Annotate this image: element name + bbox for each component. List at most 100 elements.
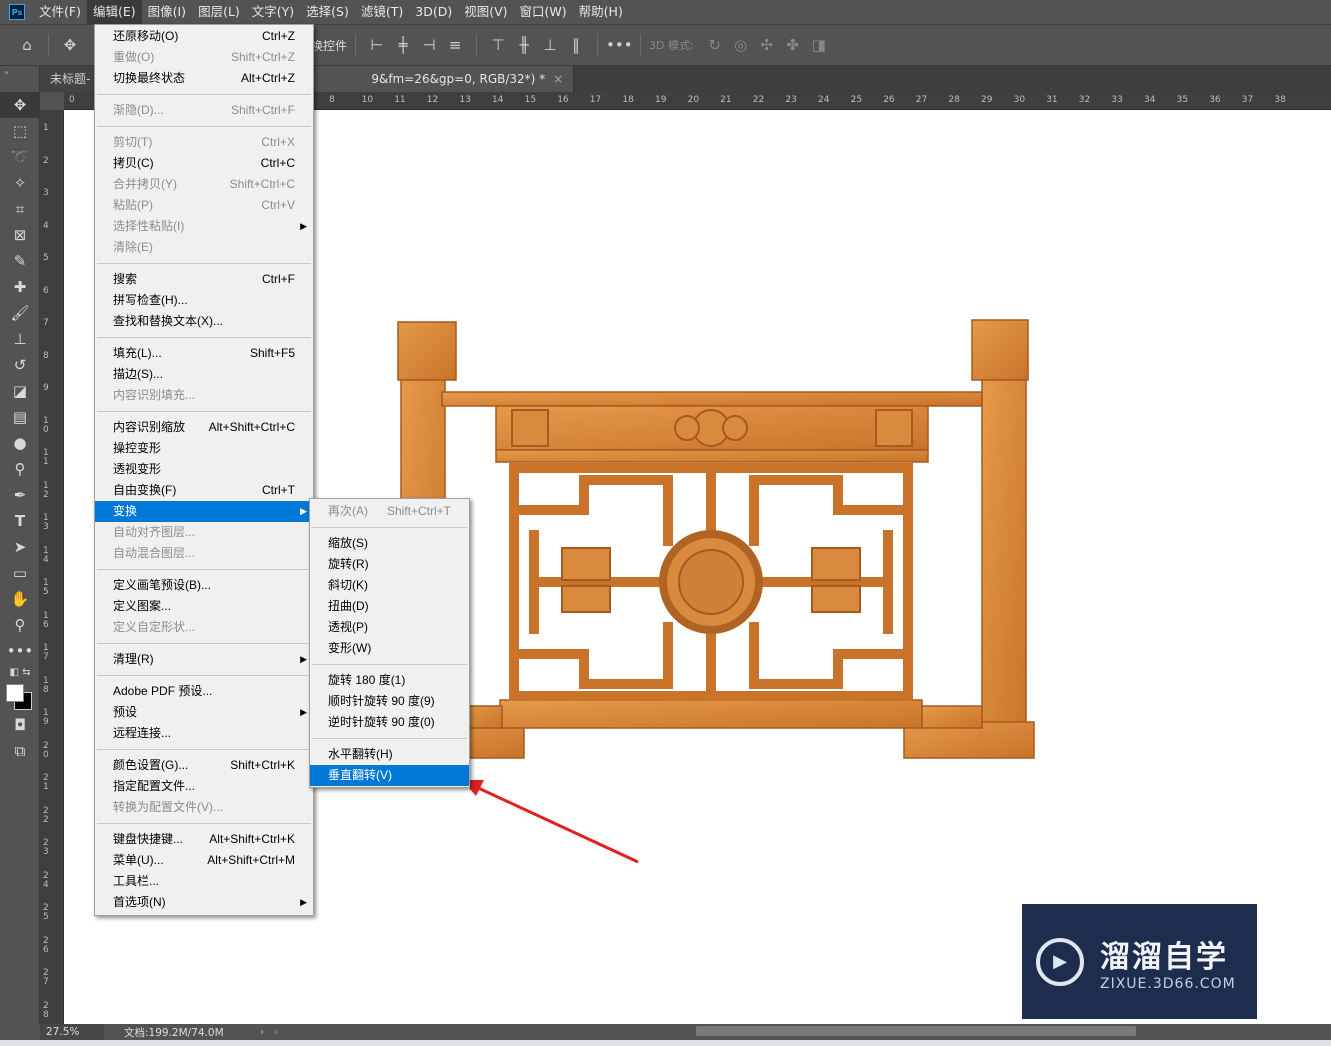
foreground-color-swatch[interactable] xyxy=(6,684,24,702)
horizontal-scrollbar[interactable] xyxy=(696,1026,1136,1036)
align-right-icon[interactable]: ⊣ xyxy=(416,36,442,54)
type-tool-icon[interactable]: T xyxy=(0,508,40,534)
hand-tool-icon[interactable]: ✋ xyxy=(0,586,40,612)
pen-tool-icon[interactable]: ✒ xyxy=(0,482,40,508)
edit_menu-item[interactable]: 预设 ▶ xyxy=(95,702,313,723)
edit_menu-item[interactable]: 重做(O) Shift+Ctrl+Z xyxy=(95,47,313,68)
transform_submenu-item[interactable]: 变形(W) xyxy=(310,638,469,659)
gradient-tool-icon[interactable]: ▤ xyxy=(0,404,40,430)
zoom-tool-icon[interactable]: ⚲ xyxy=(0,612,40,638)
menu-4[interactable]: 文字(Y) xyxy=(246,0,300,24)
edit_menu-item[interactable]: 合并拷贝(Y) Shift+Ctrl+C xyxy=(95,174,313,195)
edit_menu-item[interactable]: 还原移动(O) Ctrl+Z xyxy=(95,26,313,47)
magic-wand-tool-icon[interactable]: ✧ xyxy=(0,170,40,196)
transform_submenu-item[interactable]: 旋转 180 度(1) xyxy=(310,670,469,691)
3d-camera-icon[interactable]: ◨ xyxy=(806,36,832,54)
3d-rotate-icon[interactable]: ↻ xyxy=(702,36,728,54)
transform_submenu-item[interactable]: 垂直翻转(V) xyxy=(310,765,469,786)
transform_submenu-item[interactable]: 透视(P) xyxy=(310,617,469,638)
edit_menu-item[interactable]: 填充(L)... Shift+F5 xyxy=(95,343,313,364)
menu-9[interactable]: 窗口(W) xyxy=(514,0,573,24)
edit_menu-item[interactable]: 自动对齐图层... xyxy=(95,522,313,543)
blur-tool-icon[interactable]: ● xyxy=(0,430,40,456)
edit_menu-item[interactable]: 选择性粘贴(I) ▶ xyxy=(95,216,313,237)
eraser-tool-icon[interactable]: ◪ xyxy=(0,378,40,404)
status-menu-arrow-icon[interactable]: › xyxy=(260,1026,264,1038)
edit_menu-item[interactable]: 指定配置文件... xyxy=(95,776,313,797)
quick-mask-icon[interactable]: ◘ xyxy=(0,712,40,738)
close-tab-icon[interactable]: × xyxy=(553,72,563,86)
edit_menu-item[interactable]: 描边(S)... xyxy=(95,364,313,385)
menu-2[interactable]: 图像(I) xyxy=(142,0,192,24)
transform_submenu-item[interactable]: 水平翻转(H) xyxy=(310,744,469,765)
transform_submenu-item[interactable]: 逆时针旋转 90 度(0) xyxy=(310,712,469,733)
edit_menu-item[interactable]: 定义画笔预设(B)... xyxy=(95,575,313,596)
edit_menu-item[interactable]: 粘贴(P) Ctrl+V xyxy=(95,195,313,216)
edit_menu-item[interactable]: Adobe PDF 预设... xyxy=(95,681,313,702)
edit_menu-item[interactable]: 颜色设置(G)... Shift+Ctrl+K xyxy=(95,755,313,776)
eyedropper-tool-icon[interactable]: ✎ xyxy=(0,248,40,274)
collapse-toolbox-icon[interactable]: » xyxy=(0,66,40,78)
menu-7[interactable]: 3D(D) xyxy=(409,0,458,24)
home-icon[interactable]: ⌂ xyxy=(14,36,40,54)
edit_menu-item[interactable]: 转换为配置文件(V)... xyxy=(95,797,313,818)
move-tool-icon[interactable]: ✥ xyxy=(0,92,40,118)
align-bottom-icon[interactable]: ⊥ xyxy=(537,36,563,54)
marquee-tool-icon[interactable]: ⬚ xyxy=(0,118,40,144)
transform_submenu-item[interactable]: 缩放(S) xyxy=(310,533,469,554)
edit_menu-item[interactable]: 搜索 Ctrl+F xyxy=(95,269,313,290)
edit_menu-item[interactable]: 拼写检查(H)... xyxy=(95,290,313,311)
lasso-tool-icon[interactable]: ➰ xyxy=(0,144,40,170)
edit_menu-item[interactable]: 远程连接... xyxy=(95,723,313,744)
menu-5[interactable]: 选择(S) xyxy=(300,0,355,24)
color-swatches[interactable] xyxy=(0,680,40,712)
edit_menu-item[interactable]: 剪切(T) Ctrl+X xyxy=(95,132,313,153)
path-selection-tool-icon[interactable]: ➤ xyxy=(0,534,40,560)
menu-0[interactable]: 文件(F) xyxy=(33,0,87,24)
brush-tool-icon[interactable]: 🖌 xyxy=(0,300,40,326)
tab-untitled[interactable]: 未标题- xyxy=(40,66,102,92)
edit_menu-item[interactable]: 内容识别填充... xyxy=(95,385,313,406)
menu-10[interactable]: 帮助(H) xyxy=(573,0,629,24)
transform_submenu-item[interactable]: 再次(A) Shift+Ctrl+T xyxy=(310,501,469,522)
edit_menu-item[interactable]: 自动混合图层... xyxy=(95,543,313,564)
edit_menu-item[interactable]: 渐隐(D)... Shift+Ctrl+F xyxy=(95,100,313,121)
align-middle-icon[interactable]: ╫ xyxy=(511,36,537,54)
zoom-level[interactable]: 27.5% xyxy=(40,1024,104,1040)
menu-6[interactable]: 滤镜(T) xyxy=(355,0,409,24)
default-colors-icon[interactable]: ◧ ⇆ xyxy=(0,664,40,680)
stamp-tool-icon[interactable]: ⊥ xyxy=(0,326,40,352)
edit_menu-item[interactable]: 透视变形 xyxy=(95,459,313,480)
edit_menu-item[interactable]: 键盘快捷键... Alt+Shift+Ctrl+K xyxy=(95,829,313,850)
align-center-icon[interactable]: ╪ xyxy=(390,36,416,54)
frame-tool-icon[interactable]: ⊠ xyxy=(0,222,40,248)
menu-1[interactable]: 编辑(E) xyxy=(86,0,142,24)
edit_menu-item[interactable]: 清理(R) ▶ xyxy=(95,649,313,670)
edit_menu-item[interactable]: 定义图案... xyxy=(95,596,313,617)
history-brush-tool-icon[interactable]: ↺ xyxy=(0,352,40,378)
edit_menu-item[interactable]: 首选项(N) ▶ xyxy=(95,892,313,913)
edit_menu-item[interactable]: 变换 ▶ xyxy=(95,501,313,522)
edit_menu-item[interactable]: 自由变换(F) Ctrl+T xyxy=(95,480,313,501)
more-options-icon[interactable]: ••• xyxy=(606,36,633,54)
distribute-vertical-icon[interactable]: ‖ xyxy=(563,36,589,54)
distribute-icon[interactable]: ≡ xyxy=(442,36,468,54)
3d-slide-icon[interactable]: ✤ xyxy=(780,36,806,54)
3d-pan-icon[interactable]: ✣ xyxy=(754,36,780,54)
menu-8[interactable]: 视图(V) xyxy=(458,0,513,24)
edit_menu-item[interactable]: 清除(E) xyxy=(95,237,313,258)
align-top-icon[interactable]: ⊤ xyxy=(485,36,511,54)
healing-brush-tool-icon[interactable]: ✚ xyxy=(0,274,40,300)
edit_menu-item[interactable]: 菜单(U)... Alt+Shift+Ctrl+M xyxy=(95,850,313,871)
edit_menu-item[interactable]: 内容识别缩放 Alt+Shift+Ctrl+C xyxy=(95,417,313,438)
3d-roll-icon[interactable]: ◎ xyxy=(728,36,754,54)
edit_menu-item[interactable]: 工具栏... xyxy=(95,871,313,892)
scroll-left-icon[interactable]: ‹ xyxy=(274,1026,278,1038)
edit_menu-item[interactable]: 查找和替换文本(X)... xyxy=(95,311,313,332)
crop-tool-icon[interactable]: ⌗ xyxy=(0,196,40,222)
move-tool-icon[interactable]: ✥ xyxy=(57,36,83,54)
rectangle-tool-icon[interactable]: ▭ xyxy=(0,560,40,586)
transform_submenu-item[interactable]: 扭曲(D) xyxy=(310,596,469,617)
transform_submenu-item[interactable]: 斜切(K) xyxy=(310,575,469,596)
align-left-icon[interactable]: ⊢ xyxy=(364,36,390,54)
